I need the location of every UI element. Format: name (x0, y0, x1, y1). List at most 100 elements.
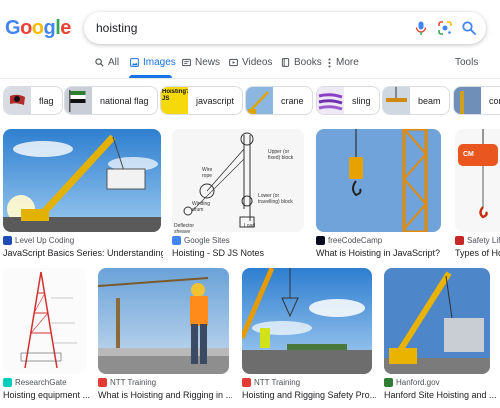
diagram-label: Load (244, 223, 256, 229)
tab-all[interactable]: All (95, 57, 119, 68)
source-label: freeCodeCamp (328, 236, 383, 245)
logo-letter: o (20, 17, 32, 39)
logo-letter: o (31, 17, 44, 39)
source-label: Safety Lifti (467, 236, 500, 245)
result-source[interactable]: Hanford.gov (384, 378, 440, 387)
chip-crane[interactable]: crane (245, 86, 313, 115)
chip-label: national flag (100, 95, 149, 106)
result-image[interactable] (455, 129, 500, 232)
source-label: NTT Training (110, 378, 157, 387)
result-title[interactable]: What is Hoisting in JavaScript? (316, 248, 446, 258)
search-tabs: All Images News Videos Books More Tools (0, 54, 500, 76)
search-icon (95, 58, 104, 67)
search-icon[interactable] (461, 20, 477, 36)
chip-label: crane (281, 95, 304, 106)
chip-thumbnail (4, 87, 31, 114)
favicon-icon (172, 236, 181, 245)
camera-lens-icon[interactable] (437, 20, 453, 36)
tab-label: All (108, 57, 120, 68)
result-image[interactable] (98, 268, 229, 374)
result-image[interactable] (242, 268, 372, 374)
result-title[interactable]: Hoisting and Rigging Safety Pro... (242, 390, 376, 400)
source-label: Hanford.gov (396, 378, 440, 387)
tab-news[interactable]: News (182, 57, 220, 68)
chip-national-flag[interactable]: national flag (64, 86, 158, 115)
search-box[interactable]: hoisting (84, 12, 486, 44)
tab-label: News (195, 57, 221, 68)
chip-thumbnail (246, 87, 273, 114)
result-source[interactable]: NTT Training (98, 378, 156, 387)
result-title[interactable]: Hoisting - SD JS Notes (172, 248, 304, 258)
tab-videos[interactable]: Videos (229, 57, 272, 68)
diagram-label: Deflector sheave (174, 223, 195, 235)
diagram-label: Lower (or travelling) block (258, 193, 293, 205)
chip-label: con (489, 95, 500, 106)
tab-images[interactable]: Images (130, 57, 176, 68)
result-source[interactable]: NTT Training (242, 378, 300, 387)
logo-letter: g (43, 17, 56, 39)
chip-sling[interactable]: sling (316, 86, 380, 115)
tab-label: Books (294, 57, 322, 68)
chip-thumbnail (383, 87, 410, 114)
diagram-label: Upper (or fixed) block (268, 149, 294, 161)
favicon-icon (242, 378, 251, 387)
favicon-icon (98, 378, 107, 387)
favicon-icon (3, 378, 12, 387)
result-image[interactable] (3, 268, 86, 374)
favicon-icon (3, 236, 12, 245)
source-label: NTT Training (254, 378, 301, 387)
diagram-label: Winding drum (192, 201, 211, 213)
source-label: Google Sites (184, 236, 230, 245)
chip-flag[interactable]: flag (3, 86, 63, 115)
chip-label: flag (39, 95, 54, 106)
source-label: Level Up Coding (15, 236, 75, 245)
diagram-label: Wire rope (202, 167, 213, 179)
result-source[interactable]: Safety Lifti (455, 236, 500, 245)
book-icon (281, 58, 290, 67)
news-icon (182, 58, 191, 67)
play-icon (229, 58, 238, 67)
result-title[interactable]: Hoisting equipment ... (3, 390, 93, 400)
result-image[interactable] (384, 268, 490, 374)
tools-button[interactable]: Tools (455, 57, 478, 68)
favicon-icon (455, 236, 464, 245)
related-chips: flag national flag javascript crane slin… (0, 86, 500, 116)
product-badge-label: CM (463, 151, 474, 158)
chip-label: javascript (196, 95, 235, 106)
tools-label: Tools (455, 57, 479, 68)
tab-more[interactable]: More (327, 57, 359, 68)
result-image[interactable] (316, 129, 441, 232)
chip-label: beam (418, 95, 441, 106)
source-label: ResearchGate (15, 378, 67, 387)
mic-icon[interactable] (413, 20, 429, 36)
chip-label: sling (352, 95, 371, 106)
favicon-icon (384, 378, 393, 387)
chip-con[interactable]: con (453, 86, 500, 115)
logo-letter: G (5, 17, 21, 39)
google-logo[interactable]: Google (5, 17, 71, 40)
tab-books[interactable]: Books (281, 57, 322, 68)
chip-thumbnail (317, 87, 344, 114)
favicon-icon (316, 236, 325, 245)
result-title[interactable]: What is Hoisting and Rigging in ... (98, 390, 232, 400)
tab-label: More (336, 57, 359, 68)
result-image[interactable] (172, 129, 304, 232)
chip-thumbnail (454, 87, 481, 114)
image-icon (130, 58, 139, 67)
chip-thumb-text: Hoisting? JS (162, 89, 188, 102)
tab-label: Images (143, 57, 176, 68)
result-title[interactable]: Types of Ho (455, 248, 500, 258)
result-title[interactable]: Hanford Site Hoisting and ... (384, 390, 496, 400)
search-input[interactable]: hoisting (96, 21, 137, 35)
header-divider (0, 78, 500, 79)
result-source[interactable]: freeCodeCamp (316, 236, 382, 245)
result-source[interactable]: Google Sites (172, 236, 230, 245)
more-dots-icon (328, 58, 331, 67)
result-title[interactable]: JavaScript Basics Series: Understanding.… (3, 248, 163, 258)
result-source[interactable]: ResearchGate (3, 378, 67, 387)
chip-beam[interactable]: beam (382, 86, 450, 115)
result-image[interactable] (3, 129, 161, 232)
tab-label: Videos (242, 57, 273, 68)
result-source[interactable]: Level Up Coding (3, 236, 74, 245)
chip-thumbnail (65, 87, 92, 114)
